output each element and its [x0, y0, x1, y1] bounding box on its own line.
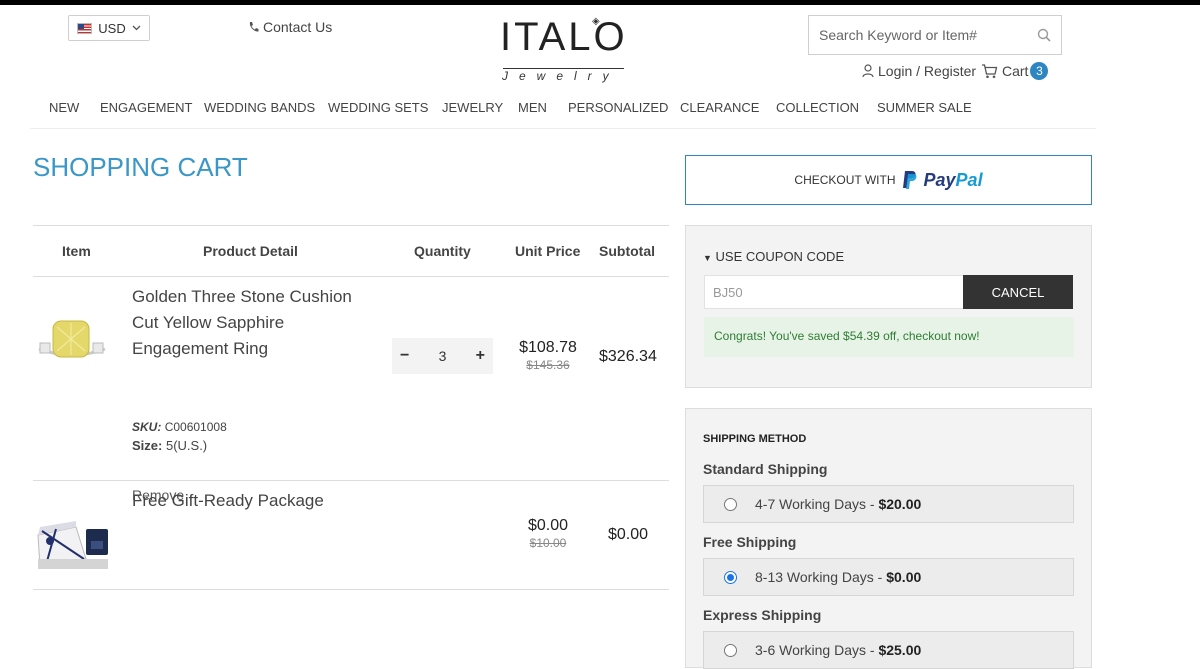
sku-value: C00601008 — [164, 420, 227, 434]
login-label: Login / Register — [878, 63, 977, 79]
phone-icon — [249, 22, 259, 32]
top-bar — [0, 0, 1200, 5]
col-unit-price: Unit Price — [515, 243, 581, 259]
nav-item-engagement[interactable]: ENGAGEMENT — [100, 100, 192, 115]
col-item: Item — [62, 243, 91, 259]
shipping-days: 3-6 Working Days - — [755, 642, 875, 658]
radio-express[interactable] — [724, 643, 737, 657]
italo-logo[interactable]: ITALO ◈ Jewelry — [500, 14, 628, 83]
search-box — [808, 15, 1062, 55]
contact-label: Contact Us — [263, 19, 333, 35]
paypal-prefix: CHECKOUT WITH — [794, 173, 896, 187]
shipping-option-free[interactable]: 8-13 Working Days - $0.00 — [703, 558, 1074, 596]
shipping-option-express[interactable]: 3-6 Working Days - $25.00 — [703, 631, 1074, 669]
logo-sub: Jewelry — [502, 69, 620, 83]
cart-table: Item Product Detail Quantity Unit Price … — [33, 225, 669, 590]
caret-down-icon: ▼ — [703, 253, 712, 263]
shipping-method-panel: SHIPPING METHOD Standard Shipping 4-7 Wo… — [685, 408, 1092, 669]
coupon-code-input[interactable] — [704, 275, 964, 309]
shipping-group-free: Free Shipping — [703, 534, 797, 550]
quantity-value[interactable]: 3 — [439, 348, 447, 364]
shipping-days: 8-13 Working Days - — [755, 569, 883, 585]
product-name[interactable]: Golden Three Stone Cushion Cut Yellow Sa… — [132, 284, 352, 362]
chevron-down-icon — [132, 25, 141, 31]
cart-label: Cart — [1002, 63, 1029, 79]
cancel-coupon-button[interactable]: CANCEL — [963, 275, 1073, 309]
original-price: $145.36 — [526, 358, 570, 372]
nav-item-jewelry[interactable]: JEWELRY — [442, 100, 503, 115]
coupon-toggle[interactable]: ▼ USE COUPON CODE — [703, 249, 844, 264]
coupon-panel: ▼ USE COUPON CODE CANCEL Congrats! You'v… — [685, 225, 1092, 388]
unit-price: $108.78 $145.36 — [513, 339, 583, 372]
paypal-checkout-button[interactable]: CHECKOUT WITH PayPal — [685, 155, 1092, 205]
paypal-logo-pay: Pay — [923, 169, 956, 190]
nav-item-clearance[interactable]: CLEARANCE — [680, 100, 759, 115]
sku-label: SKU: — [132, 420, 162, 434]
user-icon — [862, 64, 874, 78]
logo-word: ITALO — [500, 15, 628, 59]
plus-button[interactable]: + — [476, 347, 485, 365]
paypal-logo-pal: Pal — [955, 169, 983, 190]
col-quantity: Quantity — [414, 243, 471, 259]
nav-item-personalized[interactable]: PERSONALIZED — [568, 100, 668, 115]
search-input[interactable] — [817, 26, 1037, 44]
ring-icon: ◈ — [592, 16, 600, 27]
col-product-detail: Product Detail — [203, 243, 298, 259]
shipping-cost: $0.00 — [886, 569, 922, 585]
nav-item-new[interactable]: NEW — [49, 100, 79, 115]
cart-table-header: Item Product Detail Quantity Unit Price … — [33, 226, 669, 277]
minus-button[interactable]: − — [400, 347, 409, 365]
coupon-success-message: Congrats! You've saved $54.39 off, check… — [704, 317, 1074, 357]
gift-box-image — [37, 521, 108, 569]
product-name[interactable]: Free Gift-Ready Package — [132, 488, 324, 514]
product-name-line: Cut Yellow Sapphire — [132, 313, 285, 332]
cart-row: Golden Three Stone Cushion Cut Yellow Sa… — [33, 277, 669, 503]
shipping-group-express: Express Shipping — [703, 607, 822, 623]
page-title: SHOPPING CART — [33, 152, 248, 182]
paypal-icon — [902, 171, 916, 189]
shipping-days: 4-7 Working Days - — [755, 496, 875, 512]
cart-icon — [982, 64, 998, 79]
coupon-label: USE COUPON CODE — [715, 249, 845, 264]
radio-standard[interactable] — [724, 497, 737, 511]
nav-item-men[interactable]: MEN — [518, 100, 547, 115]
current-price: $0.00 — [527, 517, 569, 534]
paypal-logo: PayPal — [924, 170, 983, 191]
contact-link[interactable]: Contact Us — [248, 19, 332, 35]
currency-label: USD — [98, 20, 126, 36]
radio-free[interactable] — [724, 570, 737, 584]
row-subtotal: $0.00 — [608, 526, 649, 543]
login-register-link[interactable]: Login / Register — [862, 63, 976, 79]
size-label: Size: — [132, 438, 163, 453]
nav-item-summer-sale[interactable]: SUMMER SALE — [877, 100, 972, 115]
current-price: $108.78 — [519, 339, 577, 356]
ring-product-image[interactable] — [37, 311, 107, 375]
shipping-cost: $20.00 — [878, 496, 922, 512]
main-nav: NEW ENGAGEMENT WEDDING BANDS WEDDING SET… — [30, 92, 1096, 129]
us-flag-icon — [77, 22, 93, 34]
nav-item-wedding-sets[interactable]: WEDDING SETS — [328, 100, 428, 115]
quantity-stepper: − 3 + — [392, 338, 493, 374]
cart-link[interactable]: Cart 3 — [981, 62, 1049, 80]
size-line: Size: 5(U.S.) — [132, 438, 207, 453]
original-price: $10.00 — [529, 536, 567, 550]
shipping-group-standard: Standard Shipping — [703, 461, 828, 477]
currency-selector[interactable]: USD — [68, 15, 150, 41]
search-icon[interactable] — [1037, 28, 1051, 42]
size-value: 5(U.S.) — [165, 438, 208, 453]
shipping-title: SHIPPING METHOD — [703, 433, 807, 445]
col-subtotal: Subtotal — [599, 243, 655, 259]
row-subtotal: $326.34 — [599, 348, 657, 365]
shipping-option-standard[interactable]: 4-7 Working Days - $20.00 — [703, 485, 1074, 523]
shipping-cost: $25.00 — [878, 642, 922, 658]
cart-row: Free Gift-Ready Package $0.00 $10.00 $0.… — [33, 481, 669, 590]
unit-price: $0.00 $10.00 — [513, 517, 583, 550]
cart-count-badge: 3 — [1030, 62, 1049, 80]
nav-item-wedding-bands[interactable]: WEDDING BANDS — [204, 100, 315, 115]
sku-line: SKU: C00601008 — [132, 420, 227, 434]
product-name-line: Engagement Ring — [132, 339, 269, 358]
nav-item-collection[interactable]: COLLECTION — [776, 100, 859, 115]
product-name-line: Golden Three Stone Cushion — [132, 287, 352, 306]
